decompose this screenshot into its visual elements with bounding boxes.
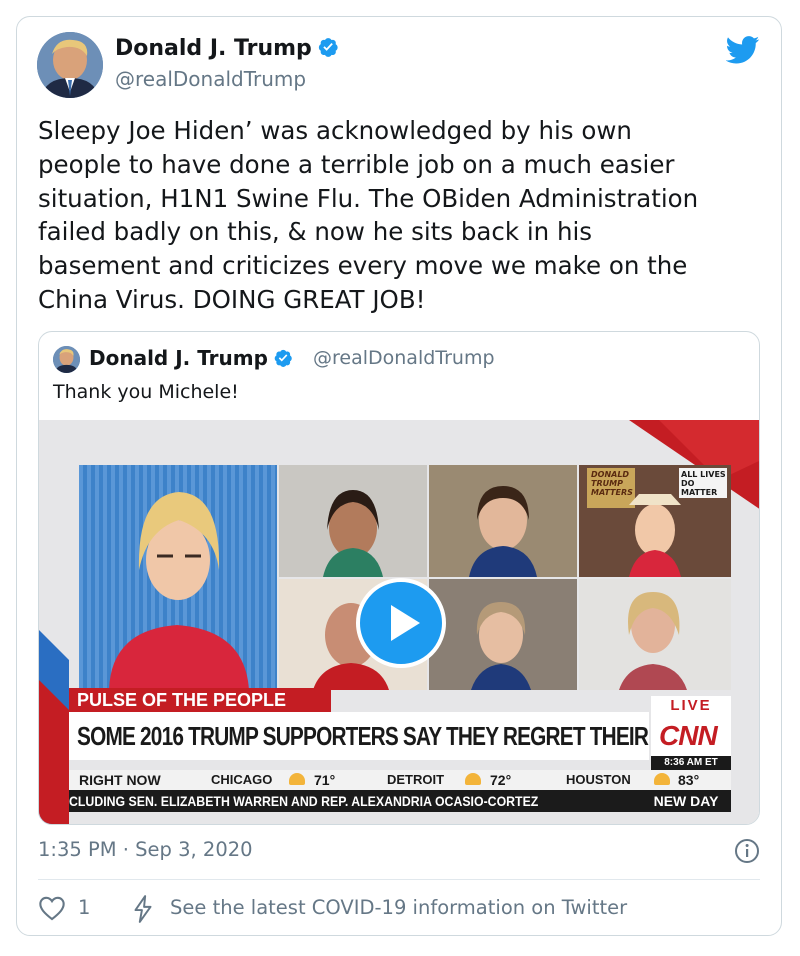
quoted-author-avatar[interactable] [53, 346, 80, 373]
quoted-author-handle[interactable]: @realDonaldTrump [313, 347, 495, 369]
video-sign-text: DONALD TRUMP MATTERS [591, 470, 633, 497]
covid-info-link[interactable]: See the latest COVID-19 information on T… [170, 896, 627, 919]
author-handle[interactable]: @realDonaldTrump [115, 67, 306, 91]
play-button[interactable] [356, 578, 446, 668]
video-live-badge: LIVE [651, 696, 731, 716]
weather-city-2: DETROIT [387, 772, 445, 787]
weather-icon-3 [654, 773, 670, 785]
video-player[interactable]: DONALD TRUMP MATTERS ALL LIVES DO MATTER… [39, 420, 759, 824]
tweet-timestamp[interactable]: 1:35 PM · Sep 3, 2020 [38, 838, 253, 861]
cnn-logo-text: CNN [659, 720, 718, 751]
tweet-text: Sleepy Joe Hiden’ was acknowledged by hi… [38, 116, 699, 314]
video-segment-label: PULSE OF THE PEOPLE [69, 688, 331, 712]
author-name[interactable]: Donald J. Trump [115, 36, 339, 61]
play-icon [391, 605, 420, 641]
quoted-author-name[interactable]: Donald J. Trump [89, 346, 293, 370]
author-name-text[interactable]: Donald J. Trump [115, 36, 312, 61]
weather-city-3: HOUSTON [566, 772, 631, 787]
ticker-label: RIGHT NOW [79, 772, 161, 788]
weather-icon-1 [289, 773, 305, 785]
action-divider [38, 879, 760, 880]
like-count[interactable]: 1 [78, 896, 90, 919]
quoted-verified-badge-icon [274, 349, 292, 367]
like-heart-icon[interactable] [38, 895, 66, 921]
weather-temp-3: 83° [678, 772, 700, 788]
video-crawl-ticker: CLUDING SEN. ELIZABETH WARREN AND REP. A… [69, 790, 731, 812]
lightning-bolt-icon [134, 895, 152, 923]
weather-city-1: CHICAGO [211, 772, 273, 787]
verified-badge-icon [318, 38, 338, 57]
video-weather-ticker: RIGHT NOW CHICAGO 71° DETROIT 72° HOUSTO… [69, 770, 731, 790]
weather-icon-2 [465, 773, 481, 785]
video-headline: SOME 2016 TRUMP SUPPORTERS SAY THEY REGR… [69, 712, 649, 799]
twitter-bird-icon[interactable] [726, 36, 760, 64]
quoted-tweet-text: Thank you Michele! [53, 381, 239, 403]
video-sign-text-2: ALL LIVES DO MATTER [681, 470, 726, 497]
author-avatar[interactable] [37, 32, 103, 98]
quoted-author-name-text[interactable]: Donald J. Trump [89, 346, 268, 370]
crawl-text: CLUDING SEN. ELIZABETH WARREN AND REP. A… [69, 793, 539, 809]
weather-temp-1: 71° [314, 772, 336, 788]
info-icon[interactable] [734, 838, 760, 864]
cnn-logo: CNN [651, 716, 731, 756]
quoted-tweet[interactable]: Donald J. Trump @realDonaldTrump Thank y… [38, 331, 760, 825]
show-name: NEW DAY [641, 790, 731, 812]
weather-temp-2: 72° [490, 772, 512, 788]
video-clock: 8:36 AM ET [651, 756, 731, 770]
